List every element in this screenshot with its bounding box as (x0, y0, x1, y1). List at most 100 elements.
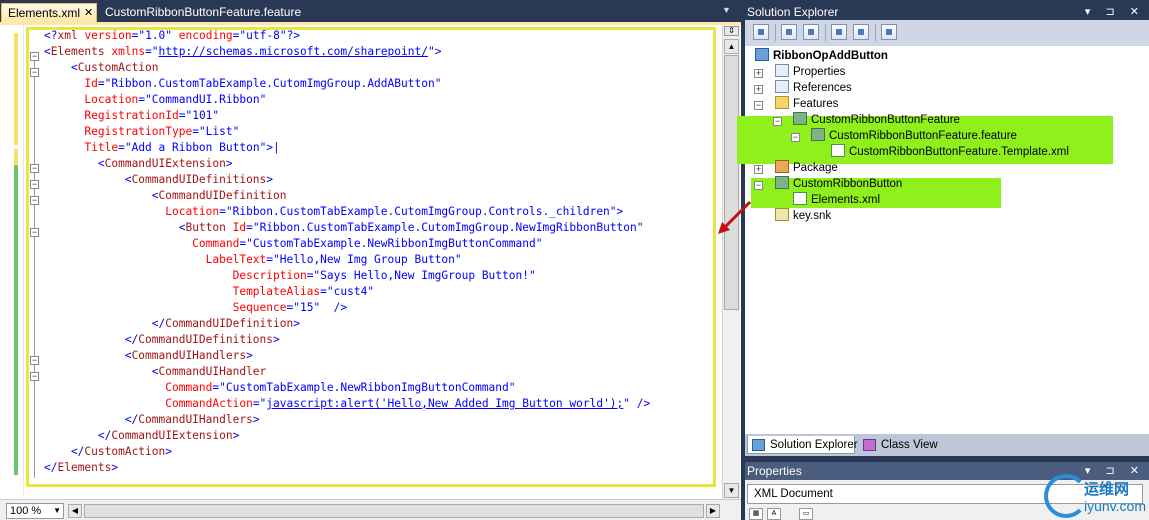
scroll-down-icon[interactable]: ▼ (724, 483, 739, 498)
code-token: Ribbon.CustomTabExample.CutomImgGroup.Ad… (111, 77, 435, 90)
code-line[interactable]: Location="Ribbon.CustomTabExample.CutomI… (44, 204, 704, 220)
tree-item-label: Elements.xml (811, 194, 881, 206)
code-line[interactable]: </CommandUIDefinitions> (44, 332, 704, 348)
code-line[interactable]: Sequence="15" /> (44, 300, 704, 316)
code-line[interactable]: <?xml version="1.0" encoding="utf-8"?> (44, 28, 704, 44)
tree-item-package[interactable]: Package (775, 160, 838, 176)
close-icon[interactable]: ✕ (84, 4, 93, 22)
code-line[interactable]: </CustomAction> (44, 444, 704, 460)
tree-item-elements-xml[interactable]: Elements.xml (793, 192, 880, 208)
code-line[interactable]: Title="Add a Ribbon Button">| (44, 140, 704, 156)
collapse-icon[interactable]: − (754, 181, 763, 190)
watermark-circle-icon (1044, 474, 1088, 518)
code-token: > (273, 333, 280, 346)
solution-explorer-icon (752, 439, 765, 451)
scroll-thumb[interactable] (724, 55, 739, 310)
property-pages-icon[interactable]: ▭ (799, 508, 813, 520)
tree-item-label: key.snk (793, 210, 832, 222)
vertical-scrollbar[interactable]: ⇕ ▲ ▼ (722, 25, 740, 501)
code-token: =" (252, 397, 267, 410)
tab-class-view[interactable]: Class View (859, 436, 939, 454)
expand-icon[interactable]: + (754, 69, 763, 78)
properties-button[interactable] (753, 24, 769, 40)
code-line[interactable]: RegistrationType="List" (44, 124, 704, 140)
xml-code[interactable]: <?xml version="1.0" encoding="utf-8"?> <E… (44, 28, 704, 476)
code-line[interactable]: </CommandUIExtension> (44, 428, 704, 444)
scroll-left-icon[interactable]: ◀ (68, 504, 82, 518)
view-designer-button[interactable] (853, 24, 869, 40)
key-icon (775, 208, 789, 221)
code-token: " (212, 109, 220, 122)
scroll-right-icon[interactable]: ▶ (706, 504, 720, 518)
expand-icon[interactable]: + (754, 165, 763, 174)
tree-item-label: CustomRibbonButtonFeature.feature (829, 130, 1017, 142)
code-token: Command (44, 381, 213, 394)
code-line[interactable]: <CommandUIDefinition (44, 188, 704, 204)
code-line[interactable]: <CommandUIHandler (44, 364, 704, 380)
code-line[interactable]: Description="Says Hello,New ImgGroup But… (44, 268, 704, 284)
zoom-select[interactable]: 100 % ▼ (6, 503, 64, 519)
tree-item-features[interactable]: Features (775, 96, 838, 112)
horizontal-scroll-thumb[interactable] (84, 504, 704, 518)
code-token: Id (225, 221, 247, 234)
tab-solution-explorer[interactable]: Solution Explorer (747, 436, 858, 454)
tree-item-references[interactable]: References (775, 80, 852, 96)
tree-item-module[interactable]: CustomRibbonButton (775, 176, 902, 192)
code-line[interactable]: Command="CustomTabExample.NewRibbonImgBu… (44, 236, 704, 252)
expand-icon[interactable]: + (754, 85, 763, 94)
tree-item-project[interactable]: RibbonOpAddButton (755, 48, 888, 64)
split-handle-icon[interactable]: ⇕ (724, 26, 739, 36)
code-line[interactable]: Location="CommandUI.Ribbon" (44, 92, 704, 108)
scroll-up-icon[interactable]: ▲ (724, 39, 739, 54)
tree-item-template-xml[interactable]: CustomRibbonButtonFeature.Template.xml (831, 144, 1069, 160)
code-line[interactable]: LabelText="Hello,New Img Group Button" (44, 252, 704, 268)
code-token: =" (232, 29, 247, 42)
code-line[interactable]: </CommandUIDefinition> (44, 316, 704, 332)
code-token: =" (219, 205, 233, 218)
code-line[interactable]: </Elements> (44, 460, 704, 476)
view-code-button[interactable] (831, 24, 847, 40)
collapse-icon[interactable]: − (791, 133, 800, 142)
code-token: > (293, 317, 300, 330)
code-line[interactable]: TemplateAlias="cust4" (44, 284, 704, 300)
code-line[interactable]: <Elements xmlns="http://schemas.microsof… (44, 44, 704, 60)
tab-label: Elements.xml (8, 6, 81, 20)
code-line[interactable]: </CommandUIHandlers> (44, 412, 704, 428)
code-token: encoding (172, 29, 233, 42)
refresh-button[interactable] (803, 24, 819, 40)
collapse-icon[interactable]: − (773, 117, 782, 126)
code-line[interactable]: <Button Id="Ribbon.CustomTabExample.Cuto… (44, 220, 704, 236)
code-token: cust4 (333, 285, 368, 298)
alphabetical-icon[interactable]: A (767, 508, 781, 520)
code-token: CustomAction (84, 445, 166, 458)
panel-title-bar: Solution Explorer ▾ ⊐ ✕ (745, 4, 1149, 20)
code-line[interactable]: Id="Ribbon.CustomTabExample.CutomImgGrou… (44, 76, 704, 92)
code-line[interactable]: RegistrationId="101" (44, 108, 704, 124)
code-token: 1.0 (145, 29, 166, 42)
code-editor[interactable]: − − − − − − − − <?xml version="1.0" encoding="u… (0, 22, 741, 520)
categorized-icon[interactable]: ▦ (749, 508, 763, 520)
code-token: </ (44, 445, 85, 458)
code-line[interactable]: CommandAction="javascript:alert('Hello,N… (44, 396, 704, 412)
view-class-diagram-button[interactable] (881, 24, 897, 40)
tree-item-key-snk[interactable]: key.snk (775, 208, 831, 224)
window-controls-icon[interactable]: ▾ ⊐ ✕ (1085, 4, 1145, 20)
code-token: Sequence (44, 301, 287, 314)
tree-item-feature-file[interactable]: CustomRibbonButtonFeature.feature (811, 128, 1017, 144)
xml-file-icon (831, 144, 845, 157)
tree-item-feature[interactable]: CustomRibbonButtonFeature (793, 112, 960, 128)
code-line[interactable]: <CommandUIHandlers> (44, 348, 704, 364)
tab-feature-file[interactable]: CustomRibbonButtonFeature.feature (99, 3, 301, 22)
tree-item-properties[interactable]: Properties (775, 64, 845, 80)
code-line[interactable]: Command="CustomTabExample.NewRibbonImgBu… (44, 380, 704, 396)
code-line[interactable]: <CustomAction (44, 60, 704, 76)
collapse-icon[interactable]: − (754, 101, 763, 110)
tab-elements-xml[interactable]: Elements.xml ✕ (1, 3, 97, 22)
tab-menu-dropdown-icon[interactable]: ▼ (722, 5, 731, 15)
code-token: =" (118, 141, 132, 154)
properties-toolbar: ▦ A ▭ (749, 508, 813, 520)
show-all-files-button[interactable] (781, 24, 797, 40)
code-line[interactable]: <CommandUIExtension> (44, 156, 704, 172)
tree-item-label: Package (793, 162, 838, 174)
code-line[interactable]: <CommandUIDefinitions> (44, 172, 704, 188)
